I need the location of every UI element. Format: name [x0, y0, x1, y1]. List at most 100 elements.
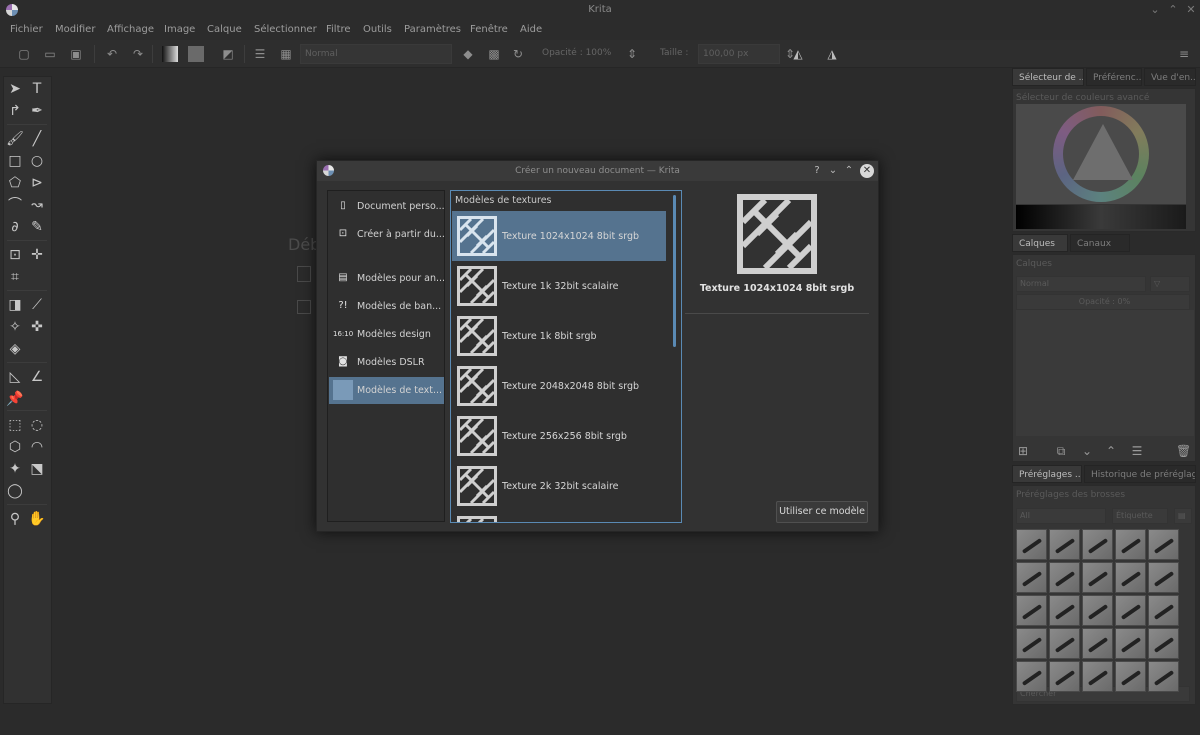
menu-fenetre[interactable]: Fenêtre [470, 24, 508, 35]
freehand-brush-icon[interactable]: 🖌 [6, 130, 24, 148]
dynamic-brush-icon[interactable]: ∂ [6, 218, 24, 236]
template-item[interactable]: Texture 2k 32bit scalaire [452, 461, 666, 511]
similar-select-icon[interactable]: ⬔ [28, 460, 46, 478]
ellipse-tool-icon[interactable]: ○ [28, 152, 46, 170]
menu-calque[interactable]: Calque [207, 24, 242, 35]
brush-preset-thumbnail[interactable] [1016, 595, 1047, 626]
dialog-maximize-icon[interactable]: ⌃ [842, 164, 856, 178]
menu-affichage[interactable]: Affichage [107, 24, 154, 35]
save-icon[interactable]: ▣ [68, 46, 84, 62]
brush-preset-thumbnail[interactable] [1082, 595, 1113, 626]
layer-properties-icon[interactable]: ☰ [1130, 444, 1144, 458]
layer-blend-select[interactable]: Normal [1016, 276, 1146, 292]
rectangle-tool-icon[interactable]: □ [6, 152, 24, 170]
close-icon[interactable]: ✕ [1184, 3, 1198, 17]
category-design-templates[interactable]: 16:10 Modèles design [329, 321, 444, 348]
template-item[interactable]: Texture 1k 32bit scalaire [452, 261, 666, 311]
line-tool-icon[interactable]: ╱ [28, 130, 46, 148]
move-layer-down-icon[interactable]: ⌄ [1080, 444, 1094, 458]
bezier-tool-icon[interactable]: ⌒ [6, 196, 24, 214]
tab-layers[interactable]: Calques [1012, 234, 1068, 252]
brush-presets-icon[interactable]: ▦ [278, 46, 294, 62]
brush-preset-thumbnail[interactable] [1082, 661, 1113, 692]
brush-settings-icon[interactable]: ☰ [252, 46, 268, 62]
preset-tag-field[interactable]: Étiquette [1112, 508, 1168, 524]
colorize-mask-icon[interactable]: ✧ [6, 318, 24, 336]
brush-preset-thumbnail[interactable] [1115, 628, 1146, 659]
transform-tool-icon[interactable]: ⊡ [6, 246, 24, 264]
select-shapes-icon[interactable]: ➤ [6, 80, 24, 98]
open-file-icon[interactable] [297, 300, 311, 314]
dialog-close-icon[interactable]: ✕ [860, 164, 874, 178]
new-document-icon[interactable]: ▢ [16, 46, 32, 62]
zoom-tool-icon[interactable]: ⚲ [6, 510, 24, 528]
ellipse-select-icon[interactable]: ◌ [28, 416, 46, 434]
layer-filter-icon[interactable]: ▽ [1150, 276, 1190, 292]
measure-tool-icon[interactable]: ∠ [28, 368, 46, 386]
brush-preset-thumbnail[interactable] [1115, 595, 1146, 626]
brush-preset-thumbnail[interactable] [1049, 628, 1080, 659]
template-item[interactable]: Texture 2048x2048 8bit srgb [452, 361, 666, 411]
color-picker-icon[interactable]: ⟋ [28, 296, 46, 314]
menu-aide[interactable]: Aide [520, 24, 542, 35]
polyline-tool-icon[interactable]: ⊳ [28, 174, 46, 192]
open-document-icon[interactable]: ▭ [42, 46, 58, 62]
color-history-bar[interactable] [1016, 205, 1186, 229]
undo-icon[interactable]: ↶ [104, 46, 120, 62]
tab-preferences[interactable]: Préférenc... [1086, 68, 1142, 86]
polygon-tool-icon[interactable]: ⬠ [6, 174, 24, 192]
pan-tool-icon[interactable]: ✋ [28, 510, 46, 528]
preset-view-icon[interactable]: ▤ [1174, 508, 1192, 524]
opacity-label[interactable]: Opacité : 100% [542, 48, 611, 58]
menu-outils[interactable]: Outils [363, 24, 392, 35]
move-tool-icon[interactable]: ✛ [28, 246, 46, 264]
menu-fichier[interactable]: Fichier [10, 24, 43, 35]
minimize-icon[interactable]: ⌄ [1148, 3, 1162, 17]
crop-tool-icon[interactable]: ⌗ [6, 268, 24, 286]
brush-preset-thumbnail[interactable] [1082, 529, 1113, 560]
smart-patch-icon[interactable]: ✜ [28, 318, 46, 336]
size-field[interactable]: 100,00 px [698, 44, 780, 64]
calligraphy-icon[interactable]: ✒ [28, 102, 46, 120]
brush-preset-thumbnail[interactable] [1115, 562, 1146, 593]
brush-preset-thumbnail[interactable] [1148, 628, 1179, 659]
move-layer-up-icon[interactable]: ⌃ [1104, 444, 1118, 458]
assistant-tool-icon[interactable]: ◺ [6, 368, 24, 386]
category-texture-templates[interactable]: Modèles de text... [329, 377, 444, 404]
gradient-tool-icon[interactable]: ◨ [6, 296, 24, 314]
layers-list[interactable] [1016, 310, 1194, 436]
use-template-button[interactable]: Utiliser ce modèle [776, 501, 868, 523]
template-item[interactable]: Texture 1k 8bit srgb [452, 311, 666, 361]
category-comic-templates[interactable]: ?! Modèles de ban... [329, 293, 444, 320]
tab-overview[interactable]: Vue d'en... [1144, 68, 1196, 86]
delete-layer-icon[interactable]: 🗑 [1176, 444, 1191, 458]
brush-preset-thumbnail[interactable] [1049, 595, 1080, 626]
menu-filtre[interactable]: Filtre [326, 24, 351, 35]
new-file-icon[interactable] [297, 266, 311, 282]
brush-preset-thumbnail[interactable] [1148, 562, 1179, 593]
brush-preset-thumbnail[interactable] [1082, 628, 1113, 659]
brush-preset-thumbnail[interactable] [1148, 529, 1179, 560]
swap-colors-icon[interactable]: ◩ [220, 46, 236, 62]
maximize-icon[interactable]: ⌃ [1166, 3, 1180, 17]
pattern-icon[interactable] [188, 46, 204, 62]
tab-channels[interactable]: Canaux [1070, 234, 1130, 252]
magic-wand-icon[interactable]: ✦ [6, 460, 24, 478]
template-item-partial[interactable] [452, 511, 666, 522]
add-layer-icon[interactable]: ⊞ [1016, 444, 1030, 458]
preset-filter-select[interactable]: All [1016, 508, 1106, 524]
category-custom-document[interactable]: ▯ Document perso... [329, 193, 444, 220]
template-list-scrollbar[interactable] [673, 195, 676, 347]
tab-preset-history[interactable]: Historique de préréglag... [1084, 465, 1196, 483]
saturation-triangle[interactable] [1073, 124, 1133, 180]
brush-preset-thumbnail[interactable] [1016, 661, 1047, 692]
reload-icon[interactable]: ↻ [510, 46, 526, 62]
dialog-minimize-icon[interactable]: ⌄ [826, 164, 840, 178]
tab-color-selector[interactable]: Sélecteur de ... [1012, 68, 1084, 86]
menu-image[interactable]: Image [164, 24, 195, 35]
bezier-select-icon[interactable]: ◯ [6, 482, 24, 500]
template-item[interactable]: Texture 256x256 8bit srgb [452, 411, 666, 461]
category-animation-templates[interactable]: ▤ Modèles pour an... [329, 265, 445, 292]
template-item[interactable]: Texture 1024x1024 8bit srgb [452, 211, 666, 261]
mirror-vertical-icon[interactable]: ◮ [824, 46, 840, 62]
